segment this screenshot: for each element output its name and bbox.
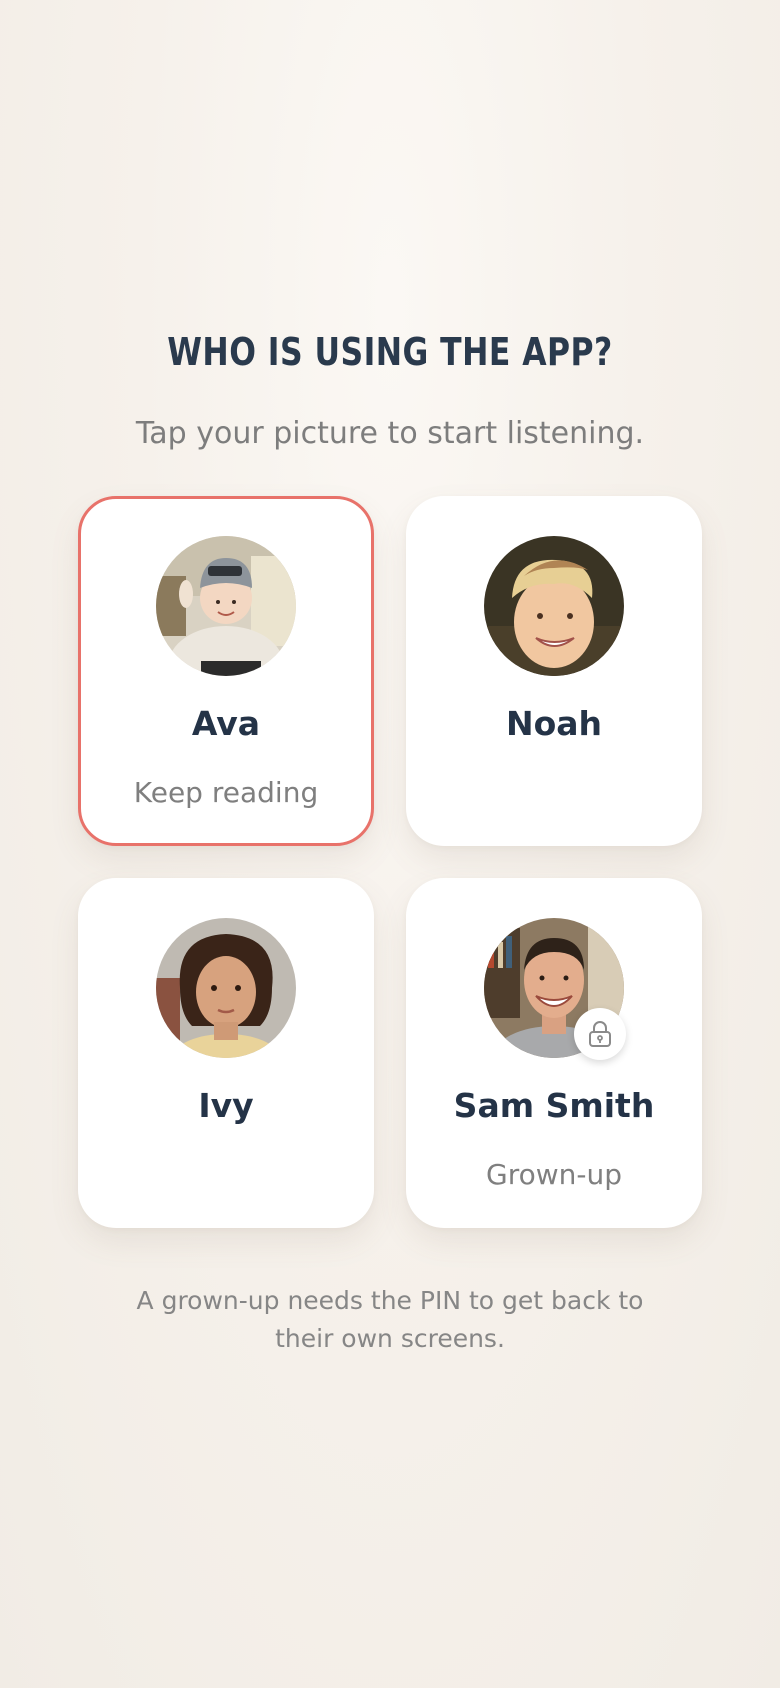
lock-icon — [589, 1021, 611, 1047]
profile-name: Noah — [505, 704, 603, 743]
page-title: Who is using the app? — [167, 330, 613, 374]
lock-badge — [574, 1008, 626, 1060]
profile-status: Grown-up — [486, 1158, 622, 1191]
profile-card-ivy[interactable]: Ivy — [78, 878, 374, 1228]
profile-name: Ava — [191, 704, 261, 743]
page-subtitle: Tap your picture to start listening. — [135, 416, 645, 451]
profile-name: Ivy — [198, 1086, 254, 1125]
avatar-photo-ava — [156, 536, 296, 676]
profile-name: Sam Smith — [453, 1086, 655, 1125]
profile-card-sam-smith[interactable]: Sam Smith Grown-up — [406, 878, 702, 1228]
avatar-photo-ivy — [156, 918, 296, 1058]
avatar-photo-noah — [484, 536, 624, 676]
avatar — [156, 918, 296, 1058]
profile-status: Keep reading — [133, 776, 319, 809]
profile-card-ava[interactable]: Ava Keep reading — [78, 496, 374, 846]
avatar — [484, 536, 624, 676]
profile-picker-screen: Who is using the app? Tap your picture t… — [0, 0, 780, 1688]
pin-notice: A grown-up needs the PIN to get back to … — [136, 1286, 644, 1353]
profile-card-noah[interactable]: Noah — [406, 496, 702, 846]
avatar — [156, 536, 296, 676]
